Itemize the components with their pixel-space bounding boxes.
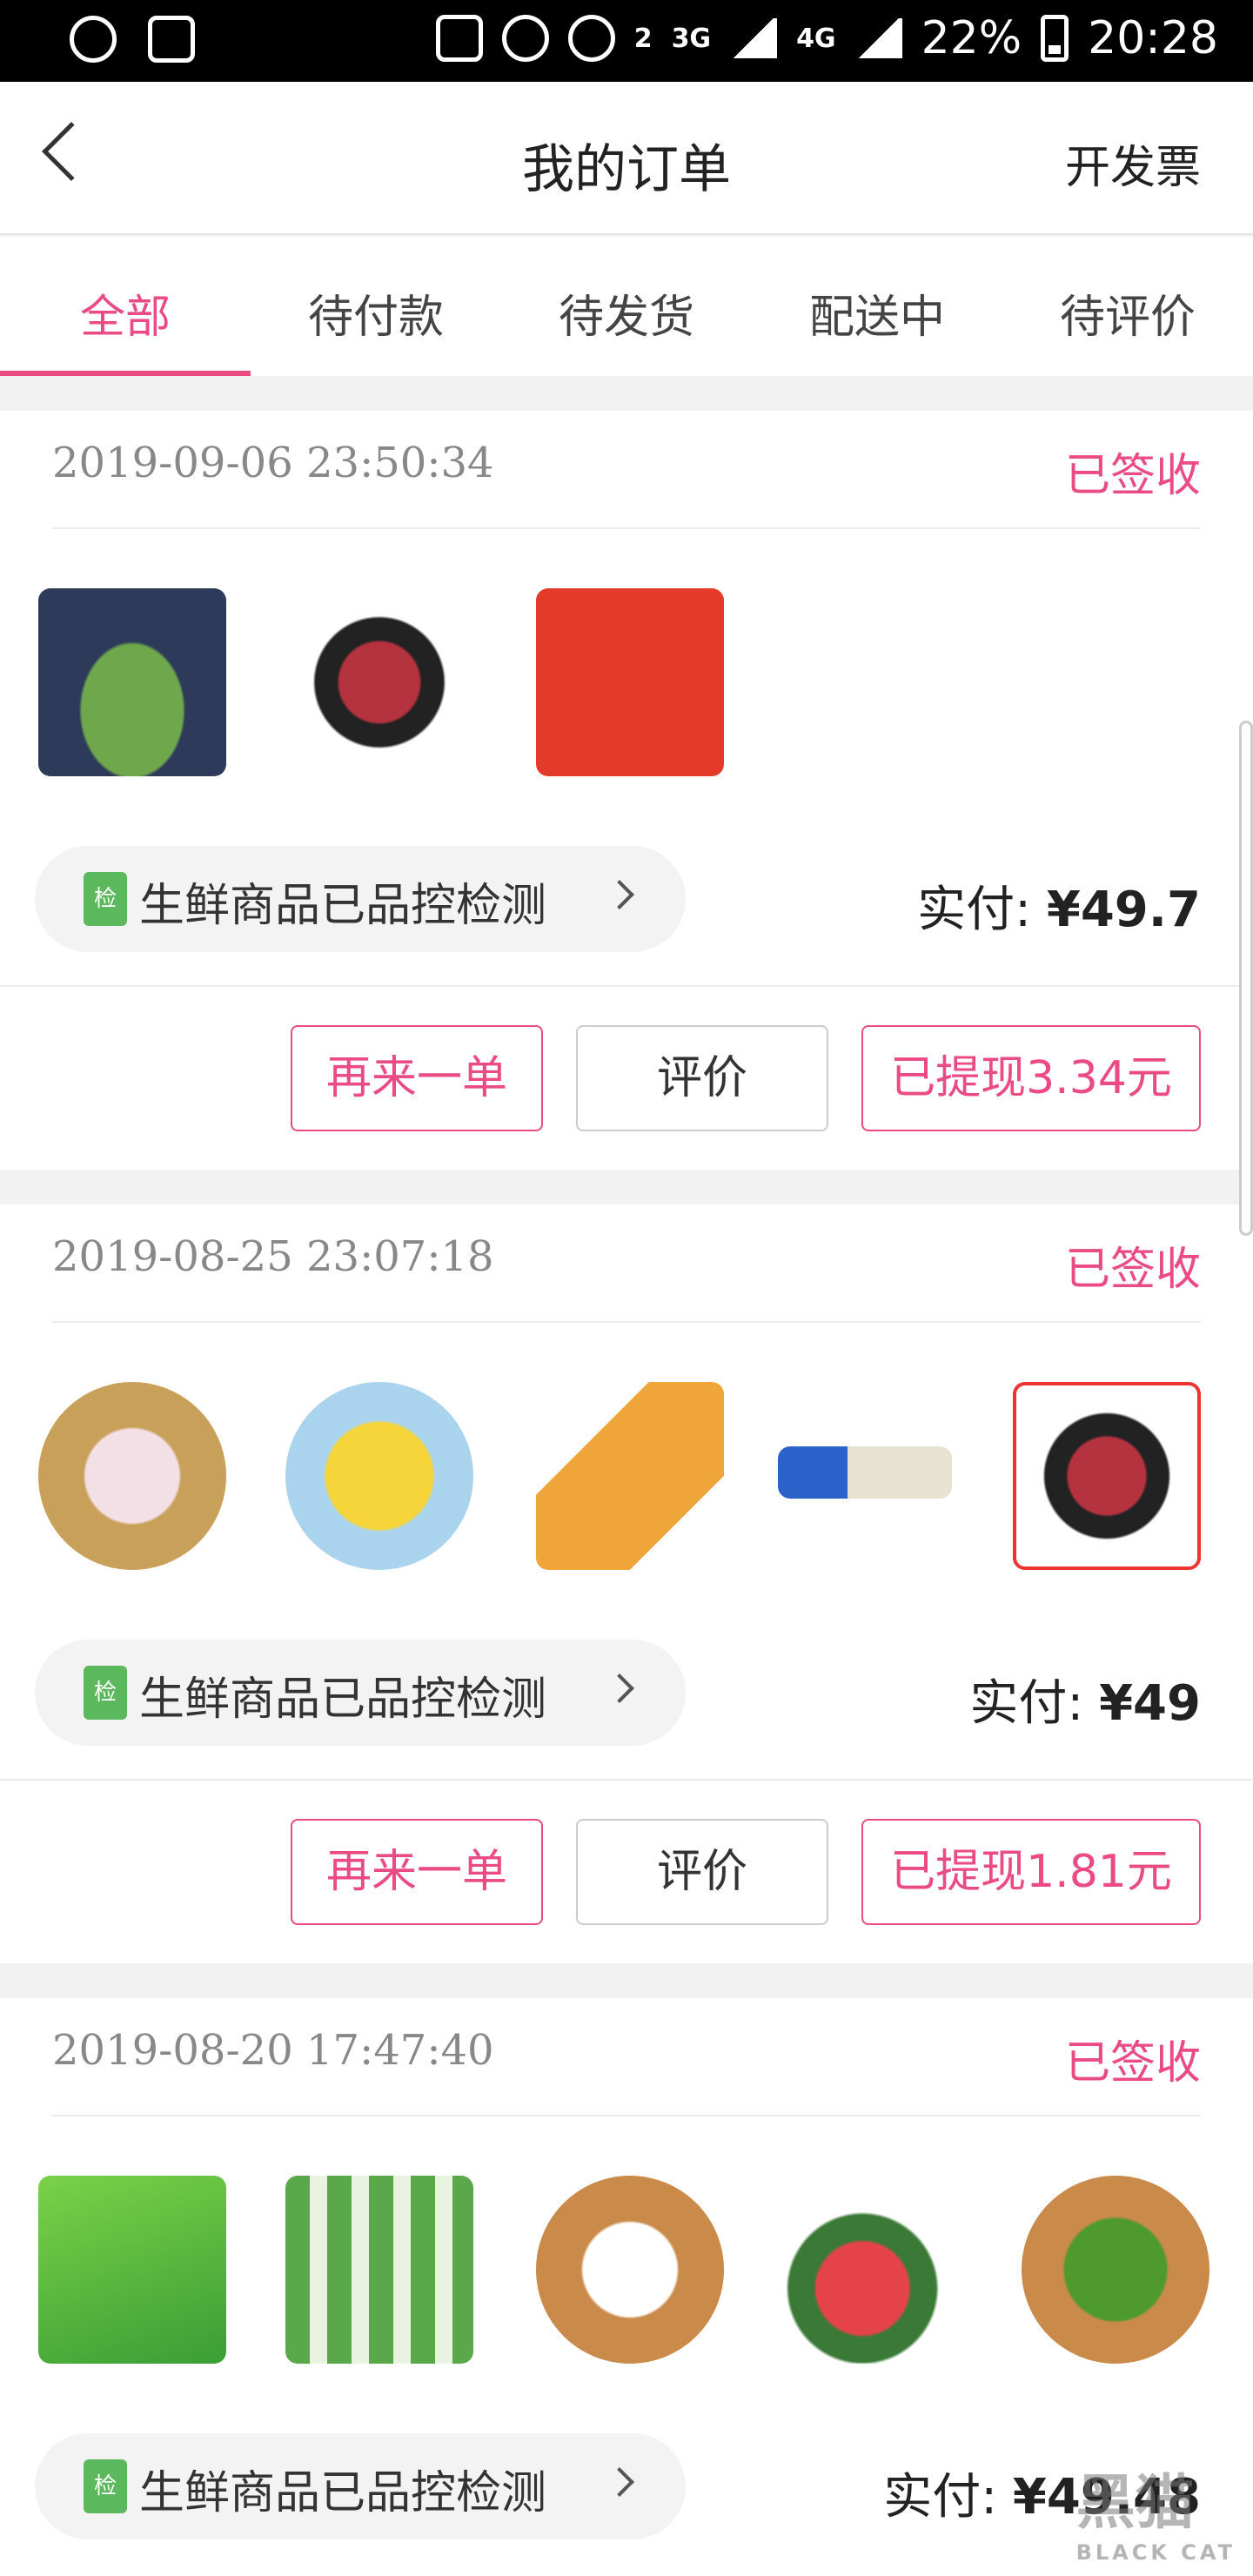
account-icon xyxy=(70,16,117,63)
tab-all[interactable]: 全部 xyxy=(0,280,251,345)
network-4g: 4G xyxy=(796,23,836,54)
order-tabs: 全部 待付款 待发货 配送中 待评价 xyxy=(0,237,1253,376)
product-image-onion-rings[interactable] xyxy=(38,2176,226,2364)
divider xyxy=(52,1321,1201,1323)
product-image-noodles[interactable] xyxy=(536,588,724,776)
watermark-sub: BLACK CAT xyxy=(1075,2540,1236,2565)
order-status: 已签收 xyxy=(1064,450,1201,502)
order-status: 已签收 xyxy=(1064,1244,1201,1296)
reorder-button[interactable]: 再来一单 xyxy=(291,1025,543,1131)
cashback-button[interactable]: 已提现3.34元 xyxy=(861,1025,1201,1131)
voicemail-icon xyxy=(148,16,195,63)
network-3g: 3G xyxy=(671,23,712,54)
paid-value: ¥49 xyxy=(1099,1675,1201,1732)
product-image-yogurt-bars[interactable] xyxy=(285,2176,473,2364)
product-image-duck-snack[interactable] xyxy=(536,1382,724,1570)
quality-check-label: 生鲜商品已品控检测 xyxy=(139,880,547,932)
quality-check-pill[interactable]: 检 生鲜商品已品控检测 xyxy=(35,2433,686,2539)
paid-value: ¥49.7 xyxy=(1046,882,1201,938)
paid-label: 实付: xyxy=(969,1675,1084,1732)
cashback-button[interactable]: 已提现1.81元 xyxy=(861,1819,1201,1925)
order-card[interactable]: 2019-08-25 23:07:18 已签收 检 生鲜商品已品控检测 实付: … xyxy=(0,1204,1253,1963)
divider xyxy=(52,2115,1201,2116)
chevron-right-icon xyxy=(605,1674,634,1703)
product-image-biscuit[interactable] xyxy=(778,1446,952,1499)
chevron-right-icon xyxy=(605,880,634,909)
order-card[interactable]: 2019-08-20 17:47:40 已签收 检 生鲜商品已品控检测 实付: … xyxy=(0,1998,1253,2576)
product-image-green-peppers[interactable] xyxy=(1022,2176,1209,2364)
check-badge-icon: 检 xyxy=(84,872,127,926)
status-bar: 2 3G 4G 22% 20:28 xyxy=(0,0,1253,82)
watermark-text: 黑猫 xyxy=(1075,2469,1195,2538)
paid-label: 实付: xyxy=(917,882,1032,938)
scrollbar[interactable] xyxy=(1239,721,1253,1236)
product-image-watermelon[interactable] xyxy=(778,2176,966,2364)
tab-pending-payment[interactable]: 待付款 xyxy=(251,280,501,345)
signal-icon-2 xyxy=(854,18,902,58)
paid-amount: 实付: ¥49 xyxy=(969,1664,1201,1734)
tab-delivering[interactable]: 配送中 xyxy=(752,280,1002,345)
tab-pending-review[interactable]: 待评价 xyxy=(1002,280,1253,345)
divider xyxy=(0,1779,1253,1781)
product-image-tofu[interactable] xyxy=(536,2176,724,2364)
divider xyxy=(52,527,1201,529)
product-image-beef[interactable] xyxy=(1013,1382,1201,1570)
active-tab-indicator xyxy=(0,371,251,376)
header: 我的订单 开发票 xyxy=(0,82,1253,235)
check-badge-icon: 检 xyxy=(84,1666,127,1720)
order-date: 2019-09-06 23:50:34 xyxy=(52,439,494,487)
wifi-icon xyxy=(567,15,615,62)
product-image-onions[interactable] xyxy=(38,1382,226,1570)
black-cat-watermark: 黑猫 BLACK CAT xyxy=(1076,2454,1236,2565)
paid-amount: 实付: ¥49.7 xyxy=(917,870,1201,941)
product-image-watermelon[interactable] xyxy=(38,588,226,776)
order-date: 2019-08-25 23:07:18 xyxy=(52,1232,494,1281)
quality-check-label: 生鲜商品已品控检测 xyxy=(139,2467,547,2519)
review-button[interactable]: 评价 xyxy=(576,1819,828,1925)
product-image-beef[interactable] xyxy=(285,588,473,776)
chevron-right-icon xyxy=(605,2467,634,2497)
tab-pending-shipment[interactable]: 待发货 xyxy=(501,280,752,345)
paid-label: 实付: xyxy=(883,2469,998,2526)
signal-icon xyxy=(730,18,778,58)
nfc-icon xyxy=(435,15,483,62)
battery-percent: 22% xyxy=(921,12,1022,64)
order-status: 已签收 xyxy=(1064,2037,1201,2090)
clock: 20:28 xyxy=(1088,12,1218,64)
check-badge-icon: 检 xyxy=(84,2459,127,2513)
reorder-button[interactable]: 再来一单 xyxy=(291,1819,543,1925)
order-date: 2019-08-20 17:47:40 xyxy=(52,2026,494,2075)
product-image-bananas[interactable] xyxy=(285,1382,473,1570)
quality-check-pill[interactable]: 检 生鲜商品已品控检测 xyxy=(35,1640,686,1746)
order-card[interactable]: 2019-09-06 23:50:34 已签收 检 生鲜商品已品控检测 实付: … xyxy=(0,411,1253,1170)
battery-icon xyxy=(1041,15,1069,62)
quality-check-pill[interactable]: 检 生鲜商品已品控检测 xyxy=(35,846,686,952)
quality-check-label: 生鲜商品已品控检测 xyxy=(139,1674,547,1726)
review-button[interactable]: 评价 xyxy=(576,1025,828,1131)
sim-badge: 2 xyxy=(633,23,653,54)
invoice-button[interactable]: 开发票 xyxy=(1065,131,1201,196)
divider xyxy=(0,985,1253,987)
alarm-icon xyxy=(501,15,549,62)
